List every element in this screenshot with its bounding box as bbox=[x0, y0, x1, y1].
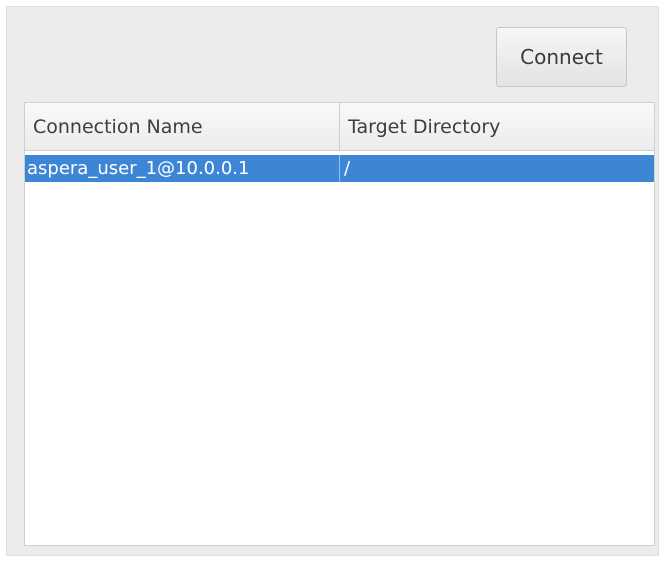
table-row[interactable]: aspera_user_1@10.0.0.1 / bbox=[25, 155, 654, 182]
table-header: Connection Name Target Directory bbox=[25, 103, 654, 151]
connections-panel: Connect Connection Name Target Directory… bbox=[6, 6, 659, 556]
connections-table[interactable]: Connection Name Target Directory aspera_… bbox=[24, 102, 655, 546]
cell-target-directory: / bbox=[344, 158, 351, 179]
column-header-connection-name[interactable]: Connection Name bbox=[25, 103, 340, 150]
cell-connection-name: aspera_user_1@10.0.0.1 bbox=[25, 155, 340, 182]
connect-button[interactable]: Connect bbox=[496, 27, 627, 87]
column-header-target-directory[interactable]: Target Directory bbox=[340, 103, 654, 150]
